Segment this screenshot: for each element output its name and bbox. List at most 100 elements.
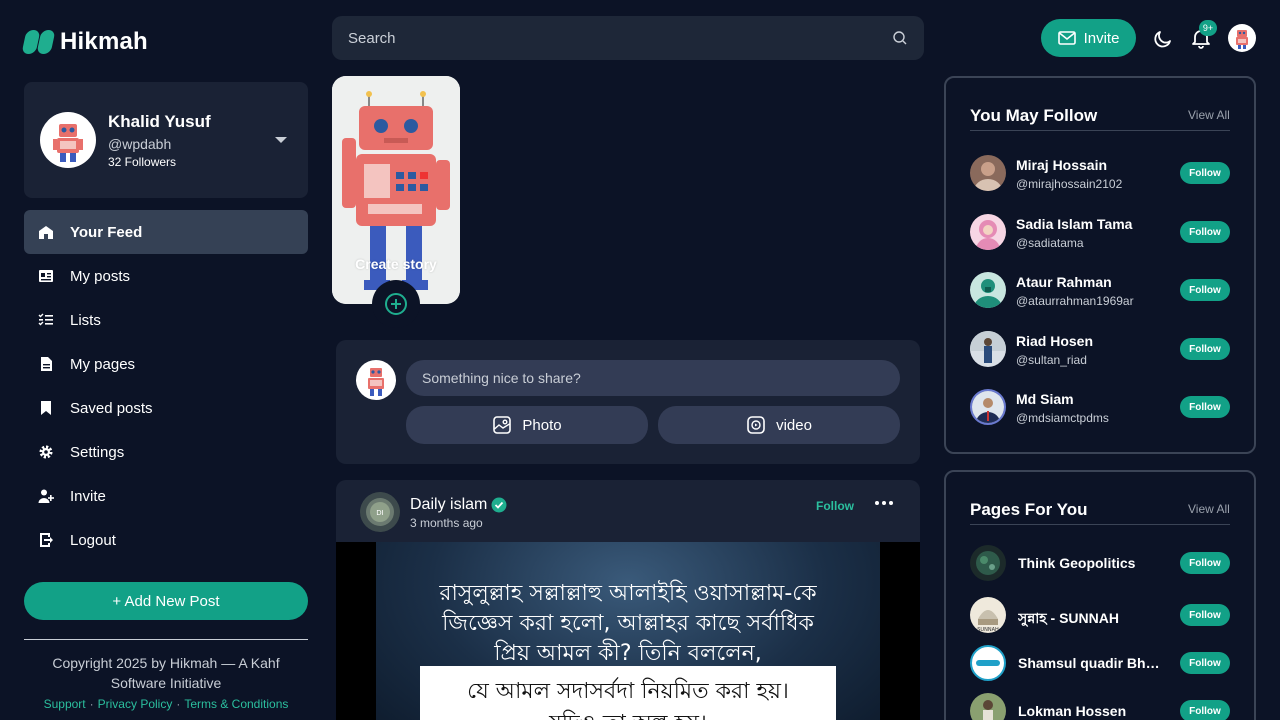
user-avatar[interactable] [970,214,1006,250]
search-bar[interactable] [332,16,924,60]
suggested-user[interactable]: Sadia Islam Tama @sadiatama Follow [970,214,1232,252]
list-icon [38,313,53,326]
svg-text:SUNNAH: SUNNAH [977,627,999,633]
view-all-link[interactable]: View All [1188,108,1230,122]
post-author-avatar[interactable]: DI [360,492,400,532]
brand-logo[interactable]: Hikmah [21,28,148,56]
page-avatar[interactable] [970,545,1006,581]
notification-badge: 9+ [1199,20,1217,36]
sidebar-item-label: My pages [70,355,136,373]
support-link[interactable]: Support [44,697,86,711]
suggested-page[interactable]: Think Geopolitics Follow [970,545,1232,583]
follow-button[interactable]: Follow [1180,396,1230,418]
search-input[interactable] [348,29,892,47]
sidebar-item-settings[interactable]: Settings [24,430,308,474]
follow-button[interactable]: Follow [1180,338,1230,360]
follow-button[interactable]: Follow [1180,700,1230,720]
divider [970,130,1230,131]
suggested-page[interactable]: SUNNAH সুন্নাহ - SUNNAH Follow [970,597,1232,635]
user-name[interactable]: Miraj Hossain [1016,157,1107,173]
sidebar-item-label: Logout [70,531,116,549]
sidebar-item-label: Invite [70,487,106,505]
follow-button[interactable]: Follow [1180,221,1230,243]
profile-card[interactable]: Khalid Yusuf @wpdabh 32 Followers [24,82,308,198]
user-name[interactable]: Riad Hosen [1016,333,1093,349]
video-button[interactable]: video [658,406,900,444]
sidebar-item-logout[interactable]: Logout [24,518,308,562]
suggested-user[interactable]: Miraj Hossain @mirajhossain2102 Follow [970,155,1232,193]
photo-button[interactable]: Photo [406,406,648,444]
robot-avatar-icon [53,124,83,162]
chevron-down-icon[interactable] [275,137,287,143]
search-icon[interactable] [892,30,908,46]
user-avatar[interactable] [970,272,1006,308]
sidebar-item-label: My posts [70,267,131,285]
image-icon [493,416,512,434]
page-name[interactable]: Think Geopolitics [1018,555,1164,571]
post-media[interactable]: রাসুলুল্লাহ সল্লাল্লাহু আলাইহি ওয়াসাল্ল… [336,542,920,720]
view-all-link[interactable]: View All [1188,502,1230,516]
profile-followers-count: 32 Followers [108,155,177,169]
terms-link[interactable]: Terms & Conditions [184,697,288,711]
video-icon [747,416,765,434]
follow-button[interactable]: Follow [1180,552,1230,574]
sidebar-item-my-pages[interactable]: My pages [24,342,308,386]
invite-button[interactable]: Invite [1041,19,1136,57]
more-options-icon[interactable] [874,496,894,510]
document-icon [41,357,52,371]
page-name[interactable]: সুন্নাহ - SUNNAH [1018,607,1164,631]
bookmark-icon [41,401,51,415]
panel-title: Pages For You [970,500,1088,519]
post-text-input[interactable] [406,360,900,396]
sidebar-item-your-feed[interactable]: Your Feed [24,210,308,254]
user-name[interactable]: Ataur Rahman [1016,274,1112,290]
user-name[interactable]: Md Siam [1016,391,1074,407]
panel-title: You May Follow [970,106,1098,125]
create-story-label: Create story [355,256,437,272]
page-avatar[interactable]: SUNNAH [970,597,1006,633]
user-name[interactable]: Sadia Islam Tama [1016,216,1132,232]
page-avatar[interactable] [970,645,1006,681]
post-author[interactable]: Daily islam [410,496,507,514]
page-name[interactable]: Shamsul quadir Bhuiyan [1018,655,1164,671]
sidebar-item-lists[interactable]: Lists [24,298,308,342]
suggested-page[interactable]: Lokman Hossen Follow [970,693,1232,720]
privacy-policy-link[interactable]: Privacy Policy [98,697,173,711]
post-image: রাসুলুল্লাহ সল্লাল্লাহু আলাইহি ওয়াসাল্ল… [376,542,880,720]
profile-avatar[interactable] [40,112,96,168]
follow-button[interactable]: Follow [1180,652,1230,674]
sidebar-item-saved-posts[interactable]: Saved posts [24,386,308,430]
suggested-user[interactable]: Ataur Rahman @ataurrahman1969ar Follow [970,272,1232,310]
svg-text:DI: DI [376,509,383,517]
dark-mode-moon-icon[interactable] [1152,28,1174,50]
user-handle: @mdsiamctpdms [1016,411,1109,425]
suggested-user[interactable]: Riad Hosen @sultan_riad Follow [970,331,1232,369]
copyright-text: Copyright 2025 by Hikmah — A Kahf Softwa… [52,655,280,691]
add-new-post-button[interactable]: + Add New Post [24,582,308,620]
suggested-user[interactable]: Md Siam @mdsiamctpdms Follow [970,389,1232,427]
divider [970,524,1230,525]
suggested-page[interactable]: Shamsul quadir Bhuiyan Follow [970,645,1232,683]
sidebar-item-my-posts[interactable]: My posts [24,254,308,298]
user-avatar[interactable] [970,155,1006,191]
follow-button[interactable]: Follow [1180,279,1230,301]
post-follow-button[interactable]: Follow [816,499,854,513]
gear-icon [39,445,53,459]
user-avatar[interactable] [970,331,1006,367]
logo-mark-icon [21,29,56,55]
follow-button[interactable]: Follow [1180,162,1230,184]
sidebar-item-invite[interactable]: Invite [24,474,308,518]
page-avatar[interactable] [970,693,1006,720]
post-author-name: Daily islam [410,496,488,513]
user-handle: @ataurrahman1969ar [1016,294,1134,308]
post-composer: Photo video [336,340,920,464]
follow-button[interactable]: Follow [1180,604,1230,626]
footer-links: Support · Privacy Policy · Terms & Condition… [24,697,308,711]
post-timestamp: 3 months ago [410,516,483,530]
add-story-button[interactable] [372,280,420,328]
brand-name: Hikmah [60,28,148,55]
user-avatar[interactable] [970,389,1006,425]
separator: · [176,697,181,711]
page-name[interactable]: Lokman Hossen [1018,703,1164,719]
user-avatar[interactable] [1228,24,1256,52]
